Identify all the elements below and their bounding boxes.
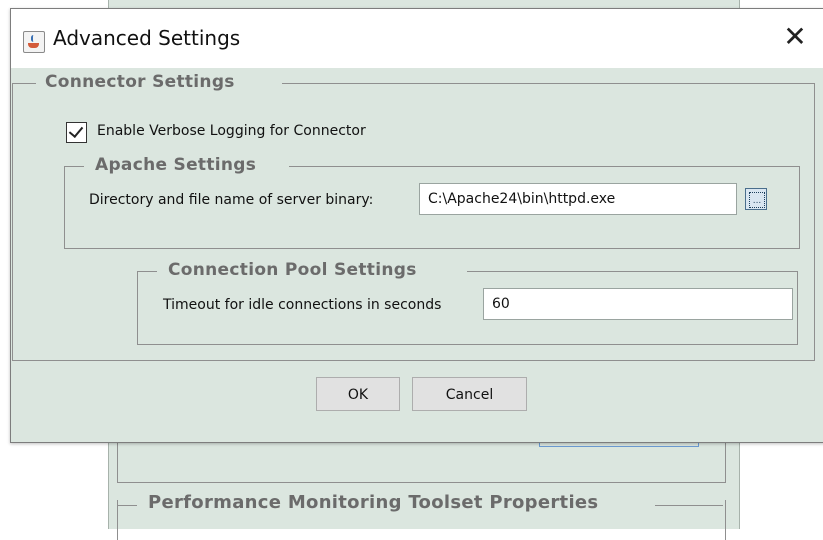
background-group-line	[655, 505, 723, 506]
java-app-icon	[23, 31, 45, 53]
browse-icon: ...	[749, 192, 765, 208]
idle-timeout-input[interactable]	[483, 288, 793, 320]
connector-settings-title: Connector Settings	[45, 72, 235, 92]
checkmark-icon	[68, 122, 84, 139]
browse-button[interactable]: ...	[745, 188, 767, 210]
group-border-line	[467, 271, 797, 272]
verbose-logging-checkbox[interactable]	[66, 122, 87, 143]
group-border-line	[289, 166, 799, 167]
advanced-settings-dialog: Advanced Settings ✕ Connector Settings E…	[10, 8, 823, 443]
close-button[interactable]: ✕	[777, 22, 813, 54]
server-binary-input[interactable]	[419, 183, 737, 215]
group-border-line	[12, 83, 36, 84]
background-group-line	[117, 505, 137, 506]
cancel-button[interactable]: Cancel	[412, 377, 527, 411]
dialog-title: Advanced Settings	[53, 26, 241, 50]
idle-timeout-label: Timeout for idle connections in seconds	[163, 297, 442, 313]
ok-button[interactable]: OK	[316, 377, 400, 411]
group-border-line	[64, 166, 84, 167]
apache-settings-title: Apache Settings	[95, 155, 257, 175]
group-border-line	[282, 83, 814, 84]
verbose-logging-label: Enable Verbose Logging for Connector	[97, 123, 366, 139]
connection-pool-title: Connection Pool Settings	[168, 260, 417, 280]
server-binary-label: Directory and file name of server binary…	[89, 192, 374, 208]
dialog-content: Connector Settings Enable Verbose Loggin…	[11, 68, 823, 442]
title-bar[interactable]: Advanced Settings ✕	[11, 9, 823, 68]
group-border-line	[137, 271, 157, 272]
background-group-title: Performance Monitoring Toolset Propertie…	[148, 492, 599, 513]
